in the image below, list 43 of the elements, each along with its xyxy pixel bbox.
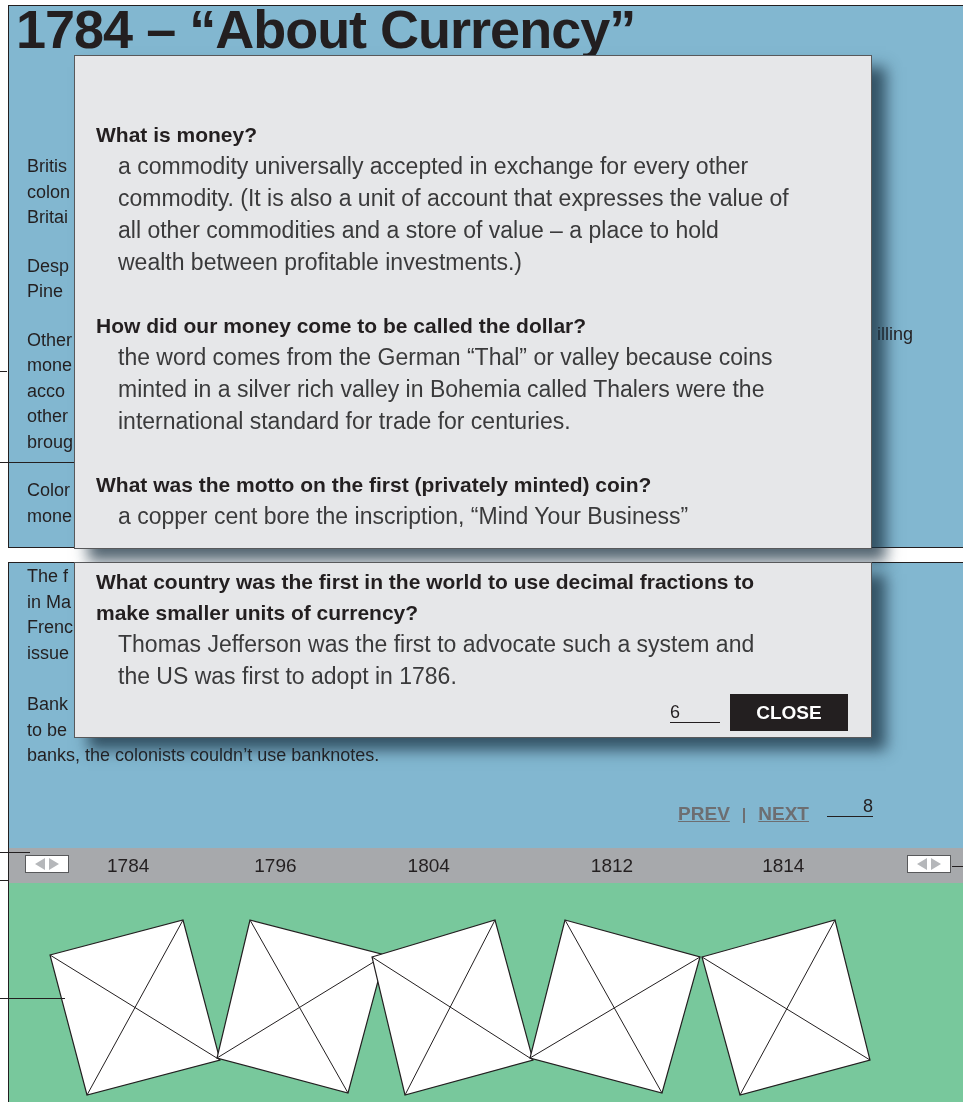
- text-line: to be: [27, 718, 68, 742]
- text-line: Other: [27, 328, 73, 352]
- question-text: What was the motto on the first (privately minted) coin?: [96, 472, 653, 498]
- text-line: Desp: [27, 254, 70, 278]
- timeline-year[interactable]: 1814: [762, 854, 805, 877]
- text-line: in Ma: [27, 590, 71, 614]
- timeline-year[interactable]: 1784: [107, 854, 150, 877]
- text-line: acco: [27, 379, 66, 403]
- answer-text: Thomas Jefferson was the first to advocate such a system and the US was first to adopt in 1786.: [117, 630, 756, 691]
- text-line: issue: [27, 641, 70, 665]
- timeline-year[interactable]: 1812: [590, 854, 634, 877]
- text-line: broug: [27, 430, 74, 454]
- image-placeholder[interactable]: [48, 919, 221, 1096]
- answer-text: a commodity universally accepted in exchange for every other commodity. (It is also a unit of account that expresses the value of all other commodities and a store of value – a place to hold wealth between profitable investments.): [117, 152, 790, 277]
- question-text: How did our money come to be called the dollar?: [96, 313, 588, 339]
- image-placeholder[interactable]: [370, 919, 534, 1096]
- answer-text: a copper cent bore the inscription, “Mind Your Business”: [117, 502, 690, 531]
- text-line: colon: [27, 180, 71, 204]
- text-line: mone: [27, 504, 73, 528]
- text-line: Bank: [27, 693, 69, 716]
- separator-text: |: [741, 805, 747, 824]
- text-line: banks, the colonists couldn’t use banknotes.: [27, 744, 380, 767]
- image-placeholder[interactable]: [700, 919, 871, 1096]
- timeline-year[interactable]: 1804: [407, 854, 450, 877]
- question-text: What country was the first in the world to use decimal fractions to make smaller units of currency?: [96, 569, 756, 626]
- image-placeholder[interactable]: [528, 919, 701, 1094]
- text-line: other: [27, 405, 69, 428]
- text-line: Britai: [27, 206, 68, 229]
- text-line: Pine: [27, 280, 64, 303]
- text-line: Color: [27, 479, 70, 502]
- question-text: What is money?: [96, 122, 259, 148]
- annotation-number: 6: [670, 702, 720, 723]
- text-line: The f: [27, 565, 69, 588]
- timeline-year[interactable]: 1796: [254, 854, 297, 877]
- close-button[interactable]: CLOSE: [730, 694, 848, 731]
- text-line: Britis: [27, 155, 67, 178]
- text-line: illing: [876, 323, 914, 346]
- scroll-arrows-icon[interactable]: [25, 854, 69, 873]
- text-line: mone: [27, 354, 73, 377]
- annotation-number: 8: [827, 795, 873, 817]
- text-line: Frenc: [27, 616, 73, 639]
- scroll-arrows-icon[interactable]: [907, 854, 951, 873]
- answer-text: the word comes from the German “Thal” or valley because coins minted in a silver rich valley in Bohemia called Thalers were the international standard for trade for centuries.: [117, 343, 774, 436]
